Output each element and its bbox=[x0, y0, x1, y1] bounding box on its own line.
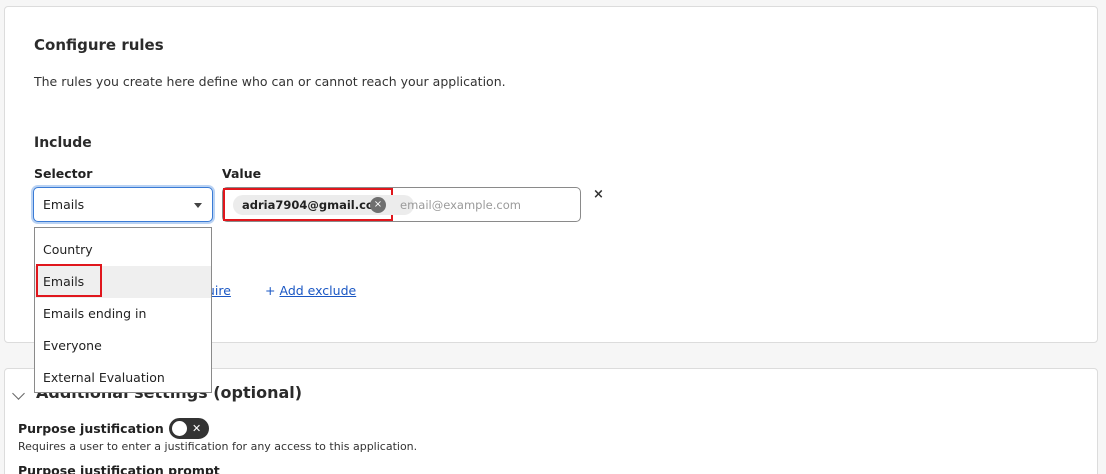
add-exclude-link[interactable]: + Add exclude bbox=[265, 283, 356, 298]
value-placeholder[interactable]: email@example.com bbox=[400, 198, 521, 212]
remove-rule-button[interactable]: × bbox=[593, 187, 604, 202]
value-input[interactable]: adria7904@gmail.com × email@example.com bbox=[222, 187, 581, 222]
option-everyone[interactable]: Everyone bbox=[35, 330, 211, 362]
purpose-justification-toggle[interactable]: ✕ bbox=[169, 418, 209, 439]
option-country[interactable]: Country bbox=[35, 234, 211, 266]
toggle-knob bbox=[172, 421, 187, 436]
purpose-justification-prompt-label: Purpose justification prompt bbox=[18, 463, 220, 474]
selector-options-list: Country Emails Emails ending in Everyone… bbox=[34, 227, 212, 393]
purpose-justification-description: Requires a user to enter a justification… bbox=[18, 440, 418, 453]
chevron-down-icon bbox=[194, 203, 202, 208]
purpose-justification-label: Purpose justification bbox=[18, 421, 164, 436]
selector-label: Selector bbox=[34, 166, 93, 181]
include-heading: Include bbox=[34, 135, 92, 151]
configure-rules-title: Configure rules bbox=[34, 36, 164, 54]
configure-rules-description: The rules you create here define who can… bbox=[34, 74, 506, 89]
plus-icon: + bbox=[265, 283, 276, 298]
toggle-off-icon: ✕ bbox=[192, 422, 202, 435]
selector-dropdown[interactable]: Emails bbox=[33, 187, 213, 222]
option-highlight-box bbox=[36, 264, 102, 297]
email-chip: adria7904@gmail.com bbox=[233, 195, 414, 215]
add-exclude-label: Add exclude bbox=[279, 283, 357, 298]
option-external-evaluation[interactable]: External Evaluation bbox=[35, 362, 211, 394]
option-emails-ending-in[interactable]: Emails ending in bbox=[35, 298, 211, 330]
selector-current-value: Emails bbox=[43, 197, 85, 212]
close-icon[interactable]: × bbox=[370, 197, 386, 213]
value-label: Value bbox=[222, 166, 262, 181]
